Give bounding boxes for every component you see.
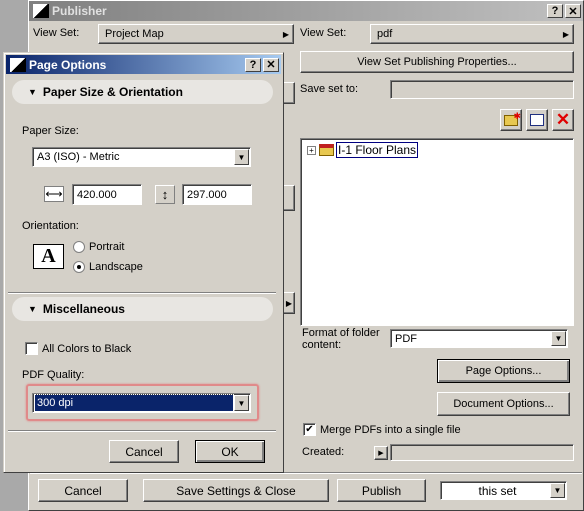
view-tree[interactable]: + I-1 Floor Plans <box>300 138 574 326</box>
merge-pdfs-checkbox[interactable]: ✔ Merge PDFs into a single file <box>303 423 461 436</box>
orientation-preview-icon: A <box>33 244 64 269</box>
landscape-radio[interactable]: Landscape <box>73 261 143 273</box>
document-options-button[interactable]: Document Options... <box>437 392 570 416</box>
section-divider <box>8 292 276 294</box>
view-set-label: View Set: <box>300 27 347 39</box>
close-button[interactable]: ✕ <box>263 57 279 72</box>
orientation-label: Orientation: <box>22 220 79 232</box>
chevron-down-icon[interactable]: ▼ <box>550 483 565 498</box>
publisher-title: Publisher <box>52 4 107 18</box>
help-button[interactable]: ? <box>547 4 563 18</box>
view-set-properties-button[interactable]: View Set Publishing Properties... <box>300 51 574 73</box>
triangle-down-icon: ▼ <box>28 87 37 97</box>
page-options-button[interactable]: Page Options... <box>437 359 570 383</box>
arrow-right-icon: ▶ <box>282 29 289 39</box>
tree-item[interactable]: + I-1 Floor Plans <box>307 142 419 158</box>
close-button[interactable]: ✕ <box>565 4 581 18</box>
delete-button[interactable]: ✕ <box>552 109 574 131</box>
publish-scope-select[interactable]: this set ▼ <box>440 481 567 500</box>
page-options-cancel-button[interactable]: Cancel <box>109 440 179 463</box>
created-field <box>390 444 574 461</box>
expand-icon[interactable]: + <box>307 145 316 155</box>
view-set-dropdown[interactable]: pdf ▶ <box>370 24 574 44</box>
pdf-quality-label: PDF Quality: <box>22 369 85 381</box>
save-set-label: Save set to: <box>300 83 359 95</box>
publish-button[interactable]: Publish <box>337 479 426 502</box>
delete-icon: ✕ <box>555 110 571 129</box>
dialog-footer-divider <box>8 430 276 432</box>
chevron-down-icon[interactable]: ▼ <box>551 331 566 346</box>
folder-icon <box>319 144 334 156</box>
new-folder-button[interactable]: ✱ <box>500 109 522 131</box>
page-options-title-bar[interactable]: Page Options ? ✕ <box>6 55 281 74</box>
page-options-ok-button[interactable]: OK <box>195 440 265 463</box>
checkbox-icon[interactable] <box>25 342 38 355</box>
publisher-title-bar[interactable]: Publisher ? ✕ <box>29 1 583 21</box>
arrow-right-icon: ▶ <box>562 29 569 39</box>
checkmark-icon[interactable]: ✔ <box>303 423 316 436</box>
paper-size-label: Paper Size: <box>22 125 79 137</box>
save-settings-close-button[interactable]: Save Settings & Close <box>143 479 329 502</box>
left-panel-arrow-stub[interactable]: ▶ <box>283 292 295 314</box>
height-input[interactable]: 297.000 <box>182 184 252 205</box>
width-input[interactable]: 420.000 <box>72 184 142 205</box>
new-folder-icon: ✱ <box>504 111 521 126</box>
radio-icon[interactable] <box>73 261 85 273</box>
created-browse-button[interactable]: ▶ <box>374 446 388 460</box>
format-select[interactable]: PDF ▼ <box>390 329 568 348</box>
width-icon: ⟷ <box>44 186 64 202</box>
clone-folder-button[interactable] <box>526 109 548 131</box>
publisher-cancel-button[interactable]: Cancel <box>38 479 128 502</box>
app-icon <box>33 4 49 18</box>
chevron-down-icon[interactable]: ▼ <box>234 395 249 411</box>
all-colors-black-checkbox[interactable]: All Colors to Black <box>25 342 131 355</box>
app-icon <box>10 57 26 72</box>
misc-section-header[interactable]: ▼ Miscellaneous <box>12 297 273 321</box>
left-view-set-dropdown[interactable]: Project Map ▶ <box>98 24 294 44</box>
clone-folder-icon <box>530 114 544 126</box>
height-icon: ↕ <box>155 185 175 204</box>
created-label: Created: <box>302 446 345 458</box>
left-panel-scrollbar[interactable] <box>283 185 295 211</box>
format-label: Format of folder content: <box>302 327 380 351</box>
radio-icon[interactable] <box>73 241 85 253</box>
portrait-radio[interactable]: Portrait <box>73 241 124 253</box>
left-view-set-label: View Set: <box>33 27 80 39</box>
page-options-title: Page Options <box>29 57 107 72</box>
pdf-quality-select[interactable]: 300 dpi ▼ <box>32 393 251 413</box>
help-button[interactable]: ? <box>245 57 261 72</box>
paper-size-select[interactable]: A3 (ISO) - Metric ▼ <box>32 147 251 167</box>
paper-section-header[interactable]: ▼ Paper Size & Orientation <box>12 80 273 104</box>
left-panel-button-stub[interactable] <box>283 82 295 104</box>
chevron-down-icon[interactable]: ▼ <box>234 149 249 165</box>
triangle-down-icon: ▼ <box>28 304 37 314</box>
save-set-field[interactable] <box>390 80 574 99</box>
